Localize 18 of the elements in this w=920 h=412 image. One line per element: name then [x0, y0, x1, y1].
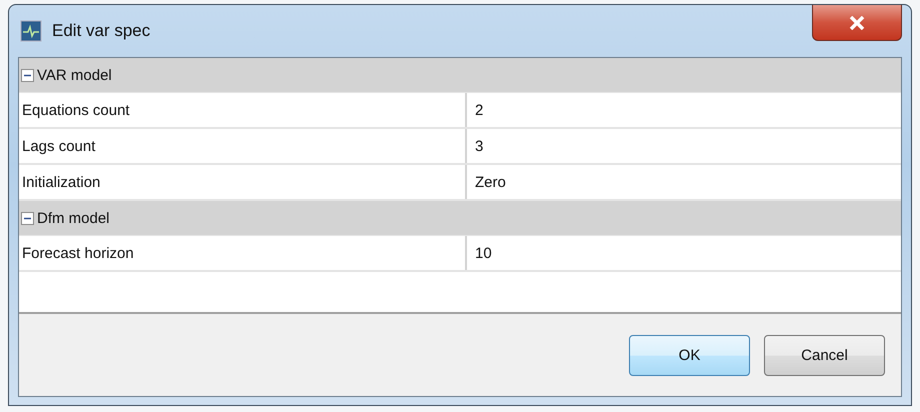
property-name: Forecast horizon [21, 244, 135, 264]
property-value[interactable]: 3 [465, 129, 901, 163]
property-name: Equations count [21, 100, 131, 120]
dialog-button[interactable]: Cancel [764, 334, 885, 376]
property-value[interactable]: 10 [465, 236, 901, 270]
category-name: VAR model [37, 66, 112, 84]
category-name: Dfm model [37, 210, 110, 226]
window-title: Edit var spec [52, 21, 152, 41]
property-name: Initialization [21, 172, 102, 192]
property-value[interactable]: Zero [465, 165, 901, 199]
chart-icon [20, 20, 42, 42]
default-button[interactable]: OK [629, 334, 750, 376]
property-name: Lags count [21, 136, 96, 156]
close-icon [849, 16, 865, 30]
property-value[interactable]: 2 [465, 93, 901, 127]
close-button[interactable] [812, 5, 902, 41]
minus-toggle-icon[interactable] [21, 68, 34, 82]
minus-toggle-icon[interactable] [21, 212, 34, 224]
